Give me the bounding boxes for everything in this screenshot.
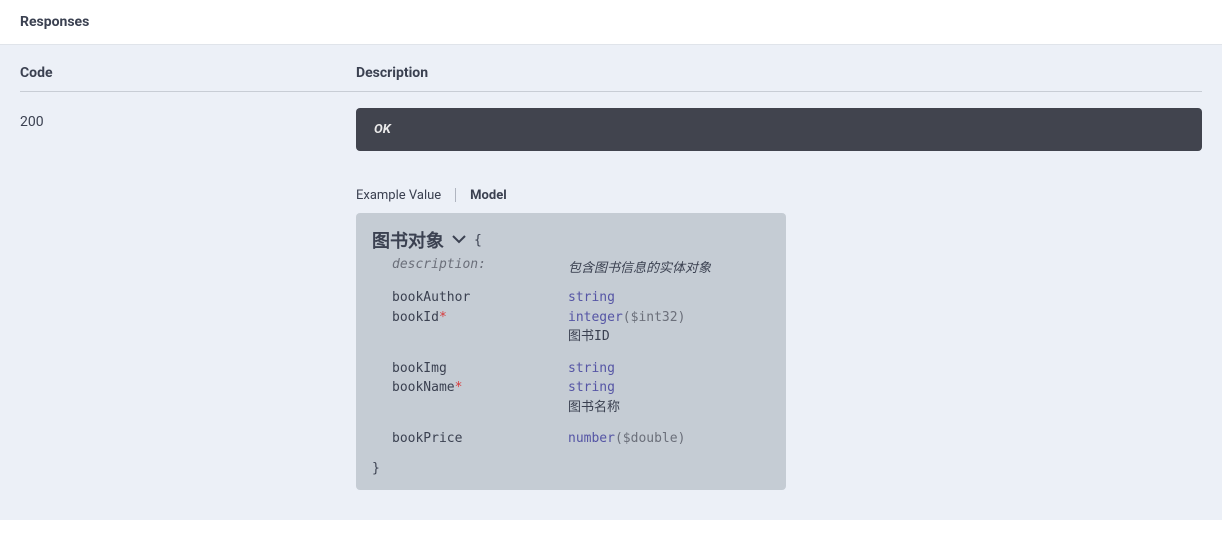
schema-tabs: Example Value Model: [356, 187, 1202, 203]
response-code: 200: [20, 108, 356, 490]
prop-name-text: bookId: [392, 310, 439, 325]
response-status-text: OK: [356, 108, 1202, 151]
column-header-description: Description: [356, 65, 1202, 81]
prop-name-text: bookName: [392, 380, 455, 395]
tab-model[interactable]: Model: [470, 188, 507, 203]
type-keyword: string: [568, 290, 615, 305]
prop-type: integer($int32): [568, 308, 685, 328]
prop-note: 图书ID: [372, 327, 770, 347]
response-row-200: 200 OK Example Value Model 图书对象 {: [20, 92, 1202, 490]
model-title-row: 图书对象 {: [372, 227, 770, 253]
prop-block-bookimg: bookImg string bookName* string 图书名称: [372, 359, 770, 418]
model-description-row: description: 包含图书信息的实体对象: [372, 257, 770, 276]
chevron-down-icon[interactable]: [452, 233, 466, 247]
prop-row: bookAuthor string: [372, 288, 770, 308]
tab-example-value[interactable]: Example Value: [356, 188, 441, 203]
type-format: ($double): [615, 431, 685, 446]
type-keyword: string: [568, 380, 615, 395]
prop-note: 图书名称: [372, 398, 770, 418]
response-description-cell: OK Example Value Model 图书对象 {: [356, 108, 1202, 490]
close-brace: }: [372, 461, 770, 476]
model-description-label: description:: [392, 257, 568, 276]
prop-row: bookName* string: [372, 378, 770, 398]
tab-separator: [455, 187, 456, 203]
prop-type: string: [568, 378, 615, 398]
prop-name: bookAuthor: [392, 288, 568, 308]
responses-table: Code Description 200 OK Example Value Mo…: [20, 65, 1202, 490]
prop-row: bookPrice number($double): [372, 429, 770, 449]
responses-body: Code Description 200 OK Example Value Mo…: [0, 44, 1222, 520]
required-mark: *: [455, 380, 463, 395]
prop-type: string: [568, 359, 615, 379]
model-title: 图书对象: [372, 227, 444, 253]
type-format: ($int32): [623, 310, 686, 325]
model-schema-box: 图书对象 { description: 包含图书信息的实体对象 bookAuth…: [356, 213, 786, 490]
prop-name: bookId*: [392, 308, 568, 328]
prop-type: number($double): [568, 429, 685, 449]
responses-header-row: Code Description: [20, 65, 1202, 92]
column-header-code: Code: [20, 65, 356, 81]
prop-type: string: [568, 288, 615, 308]
open-brace: {: [474, 233, 482, 248]
model-description-value: 包含图书信息的实体对象: [568, 257, 711, 276]
prop-name: bookImg: [392, 359, 568, 379]
type-keyword: integer: [568, 310, 623, 325]
type-keyword: string: [568, 361, 615, 376]
prop-row: bookId* integer($int32): [372, 308, 770, 328]
prop-name: bookPrice: [392, 429, 568, 449]
prop-block-bookprice: bookPrice number($double): [372, 429, 770, 449]
required-mark: *: [439, 310, 447, 325]
prop-block-bookauthor: bookAuthor string bookId* integer($int32…: [372, 288, 770, 347]
responses-section-title: Responses: [0, 0, 1222, 44]
type-keyword: number: [568, 431, 615, 446]
prop-row: bookImg string: [372, 359, 770, 379]
prop-name: bookName*: [392, 378, 568, 398]
